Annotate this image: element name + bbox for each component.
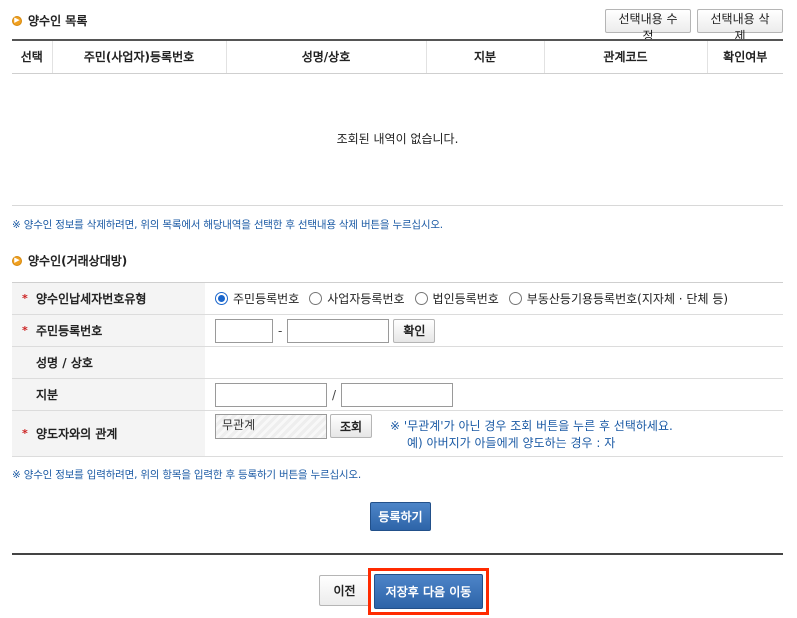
prev-button[interactable]: 이전 [319,575,370,606]
radio-label: 부동산등기용등록번호(지자체 · 단체 등) [526,292,729,306]
relation-label-text: 양도자와의 관계 [36,427,118,441]
column-header-share: 지분 [426,39,545,74]
edit-selected-button[interactable]: 선택내용 수정 [605,9,691,43]
share-inputs: / [205,379,783,410]
relation-search-button[interactable]: 조회 [330,414,373,438]
relation-label: * 양도자와의 관계 [12,411,205,456]
assignee-form: * 양수인납세자번호유형 주민등록번호 사업자등록번호 법인등록번호 부동산등기… [12,282,783,457]
relation-field: 무관계 [215,414,327,439]
radio-business-number[interactable]: 사업자등록번호 [309,290,405,307]
resident-number-inputs: - 확인 [205,315,783,346]
resident-number-label-text: 주민등록번호 [36,324,103,338]
share-denominator-input[interactable] [341,382,454,407]
share-label: 지분 [12,379,205,410]
form-row-relation: * 양도자와의 관계 무관계 조회 ※ '무관계'가 아닌 경우 조회 버튼을 … [12,411,783,457]
dash-separator: - [278,323,283,338]
slash-separator: / [332,387,337,402]
relation-note-line2: 예) 아버지가 아들에게 양도하는 경우 : 자 [407,436,616,450]
chevron-right-icon: ▶ [12,255,22,266]
id-type-label: * 양수인납세자번호유형 [12,283,205,314]
radio-unselected-icon[interactable] [414,292,428,305]
column-header-id-number: 주민(사업자)등록번호 [52,39,227,74]
list-section-title: ▶ 양수인 목록 [12,12,87,29]
share-numerator-input[interactable] [215,382,327,407]
resident-number-label: * 주민등록번호 [12,315,205,346]
radio-corporate-number[interactable]: 법인등록번호 [414,290,499,307]
radio-label: 사업자등록번호 [327,292,405,306]
radio-selected-icon[interactable] [215,292,228,305]
relation-note: ※ '무관계'가 아닌 경우 조회 버튼을 누른 후 선택하세요. 예) 아버지… [390,418,673,452]
resident-number-first-input[interactable] [215,318,273,343]
column-header-relation-code: 관계코드 [544,39,708,74]
register-button[interactable]: 등록하기 [370,502,431,531]
register-instruction-note: ※ 양수인 정보를 입력하려면, 위의 항목을 입력한 후 등록하기 버튼을 누… [12,469,361,481]
column-header-name: 성명/상호 [226,39,427,74]
form-section-title: ▶ 양수인(거래상대방) [12,252,127,269]
table-header-row: 선택 주민(사업자)등록번호 성명/상호 지분 관계코드 확인여부 [12,39,783,74]
delete-selected-button[interactable]: 선택내용 삭제 [697,9,783,43]
list-section-title-text: 양수인 목록 [28,14,88,28]
required-mark: * [22,427,28,440]
share-label-text: 지분 [36,388,59,402]
form-row-share: 지분 / [12,379,783,411]
form-section-title-text: 양수인(거래상대방) [28,254,128,268]
form-row-id-type: * 양수인납세자번호유형 주민등록번호 사업자등록번호 법인등록번호 부동산등기… [12,283,783,315]
save-and-next-button[interactable]: 저장후 다음 이동 [374,574,483,609]
required-mark: * [22,324,28,337]
confirm-button[interactable]: 확인 [393,318,436,343]
name-label: 성명 / 상호 [12,347,205,378]
name-label-text: 성명 / 상호 [36,356,93,370]
column-header-confirm-status: 확인여부 [707,39,783,74]
relation-note-line1: ※ '무관계'가 아닌 경우 조회 버튼을 누른 후 선택하세요. [390,419,673,433]
radio-unselected-icon[interactable] [309,292,323,305]
column-header-select: 선택 [12,39,53,74]
relation-value: 무관계 조회 ※ '무관계'가 아닌 경우 조회 버튼을 누른 후 선택하세요.… [205,411,783,456]
radio-unselected-icon[interactable] [508,292,522,305]
empty-list-message: 조회된 내역이 없습니다. [12,72,783,206]
id-type-radio-group: 주민등록번호 사업자등록번호 법인등록번호 부동산등기용등록번호(지자체 · 단… [215,290,738,307]
name-value [205,347,783,378]
radio-resident-number[interactable]: 주민등록번호 [215,290,299,307]
id-type-options: 주민등록번호 사업자등록번호 법인등록번호 부동산등기용등록번호(지자체 · 단… [205,283,783,314]
assignee-list-table: 선택 주민(사업자)등록번호 성명/상호 지분 관계코드 확인여부 [12,39,783,74]
form-row-resident-number: * 주민등록번호 - 확인 [12,315,783,347]
resident-number-second-input[interactable] [287,318,390,343]
delete-instruction-note: ※ 양수인 정보를 삭제하려면, 위의 목록에서 해당내역을 선택한 후 선택내… [12,219,443,231]
radio-label: 법인등록번호 [432,292,499,306]
required-mark: * [22,292,28,305]
radio-real-estate-number[interactable]: 부동산등기용등록번호(지자체 · 단체 등) [508,290,729,307]
chevron-right-icon: ▶ [12,15,22,26]
form-row-name: 성명 / 상호 [12,347,783,379]
id-type-label-text: 양수인납세자번호유형 [36,292,147,306]
footer-divider [12,553,783,555]
radio-label: 주민등록번호 [233,292,300,306]
